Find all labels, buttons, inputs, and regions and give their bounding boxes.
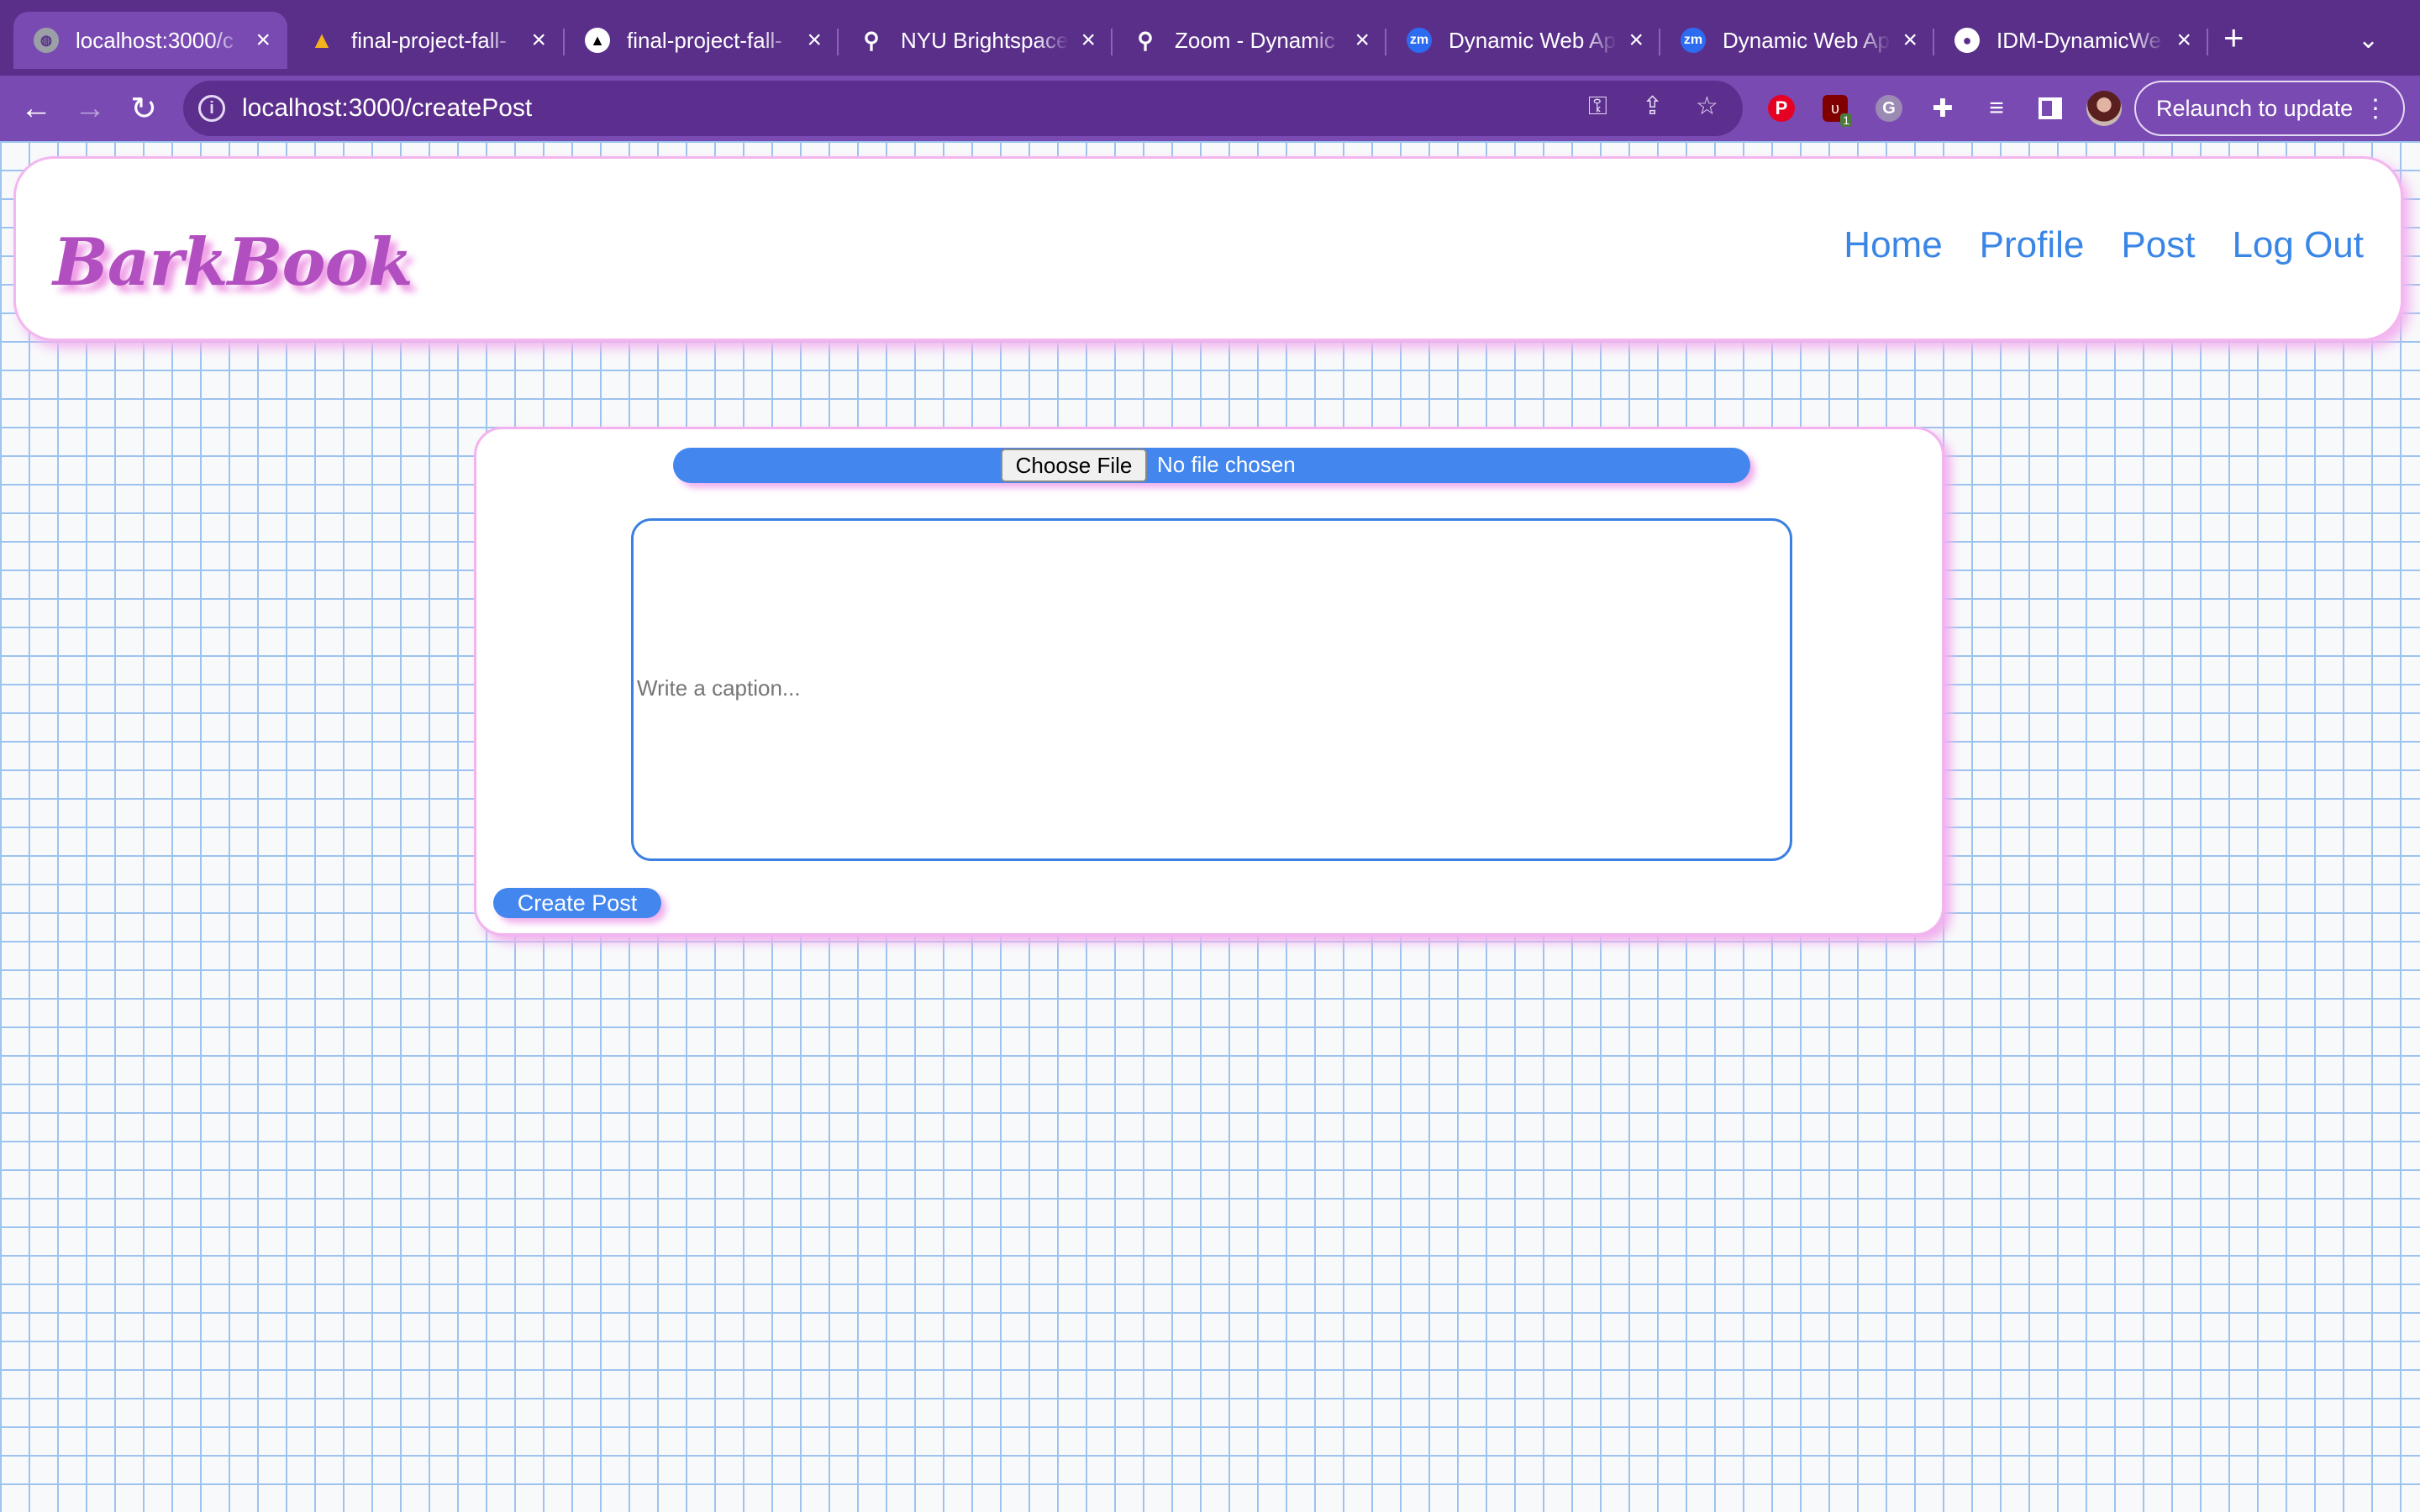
url-text[interactable]: localhost:3000/createPost	[242, 94, 532, 123]
close-icon[interactable]: ×	[531, 28, 546, 53]
nav-link-post[interactable]: Post	[2121, 224, 2195, 266]
close-icon[interactable]: ×	[1902, 28, 1918, 53]
tab-title: IDM-DynamicWe	[1996, 27, 2161, 53]
choose-file-button[interactable]: Choose File	[1001, 449, 1147, 482]
close-icon[interactable]: ×	[1628, 28, 1644, 53]
brightspace-icon: ⚲	[1137, 27, 1154, 53]
profile-avatar[interactable]	[2086, 90, 2123, 127]
grammarly-icon[interactable]: G	[1870, 90, 1907, 127]
reload-icon[interactable]: ↻	[124, 89, 163, 128]
zoom-icon: zm	[1681, 28, 1706, 53]
nav-link-logout[interactable]: Log Out	[2232, 224, 2364, 266]
tab-title: Dynamic Web Ap	[1449, 27, 1616, 53]
nav-links: Home Profile Post Log Out	[1844, 224, 2364, 266]
info-icon[interactable]: i	[198, 95, 225, 122]
tab-separator	[2207, 29, 2208, 55]
back-icon[interactable]: ←	[17, 89, 55, 128]
close-icon[interactable]: ×	[1081, 28, 1096, 53]
new-tab-icon[interactable]: +	[2223, 20, 2244, 55]
tab-brightspace[interactable]: ⚲ NYU Brightspace ×	[839, 12, 1113, 69]
globe-icon: ◍	[34, 28, 59, 53]
extension-badge: 1	[1840, 113, 1852, 127]
tab-dynamic-web-2[interactable]: zm Dynamic Web Ap ×	[1660, 12, 1934, 69]
tab-title: Dynamic Web Ap	[1723, 27, 1890, 53]
github-icon: ●	[1954, 28, 1980, 53]
more-vert-icon[interactable]: ⋮	[2363, 94, 2388, 123]
tab-firebase[interactable]: ▲ final-project-fall- ×	[289, 12, 563, 69]
media-queue-icon[interactable]: ≡	[1978, 90, 2015, 127]
close-icon[interactable]: ×	[1355, 28, 1370, 53]
create-post-button[interactable]: Create Post	[493, 888, 661, 918]
extensions-puzzle-icon[interactable]: ✚	[1924, 90, 1961, 127]
file-input[interactable]: Choose File No file chosen	[673, 448, 1750, 483]
tab-zoom-dynamic[interactable]: ⚲ Zoom - Dynamic ×	[1113, 12, 1386, 69]
zoom-icon: zm	[1407, 28, 1432, 53]
forward-icon[interactable]: →	[71, 89, 109, 128]
firebase-icon: ▲	[310, 27, 334, 53]
tab-title: NYU Brightspace	[901, 27, 1069, 53]
caption-input[interactable]: Write a caption...	[631, 518, 1792, 861]
vercel-icon: ▲	[585, 28, 610, 53]
star-icon[interactable]: ☆	[1696, 94, 1718, 119]
close-icon[interactable]: ×	[807, 28, 822, 53]
tab-dynamic-web-1[interactable]: zm Dynamic Web Ap ×	[1386, 12, 1660, 69]
tab-title: final-project-fall-	[627, 27, 782, 53]
ublock-icon[interactable]: υ 1	[1817, 90, 1854, 127]
relaunch-label: Relaunch to update	[2156, 95, 2354, 121]
tab-title: localhost:3000/c	[76, 27, 234, 53]
caption-placeholder: Write a caption...	[637, 675, 801, 701]
address-bar[interactable]: i localhost:3000/createPost ⚿ ⇪ ☆	[183, 81, 1743, 136]
browser-toolbar: ← → ↻ i localhost:3000/createPost ⚿ ⇪ ☆ …	[0, 76, 2420, 141]
tab-title: Zoom - Dynamic	[1175, 27, 1335, 53]
tab-localhost[interactable]: ◍ localhost:3000/c ×	[13, 12, 287, 69]
tab-strip: ◍ localhost:3000/c × ▲ final-project-fal…	[0, 0, 2420, 76]
side-panel-icon[interactable]	[2032, 90, 2069, 127]
site-navbar: BarkBook Home Profile Post Log Out	[13, 156, 2403, 341]
create-post-card: Choose File No file chosen Write a capti…	[474, 427, 1944, 936]
share-icon[interactable]: ⇪	[1642, 94, 1663, 119]
file-status-text: No file chosen	[1157, 452, 1296, 477]
close-icon[interactable]: ×	[2176, 28, 2191, 53]
key-icon[interactable]: ⚿	[1588, 94, 1607, 119]
site-logo[interactable]: BarkBook	[53, 224, 413, 301]
tab-vercel[interactable]: ▲ final-project-fall- ×	[565, 12, 839, 69]
nav-link-home[interactable]: Home	[1844, 224, 1942, 266]
tab-github[interactable]: ● IDM-DynamicWe ×	[1934, 12, 2208, 69]
pinterest-icon[interactable]: P	[1763, 90, 1800, 127]
tab-title: final-project-fall-	[351, 27, 507, 53]
page-viewport: BarkBook Home Profile Post Log Out Choos…	[0, 141, 2420, 1512]
relaunch-button[interactable]: Relaunch to update ⋮	[2134, 81, 2405, 136]
chevron-down-icon[interactable]: ⌄	[2358, 25, 2379, 55]
brightspace-icon: ⚲	[863, 27, 880, 53]
nav-link-profile[interactable]: Profile	[1980, 224, 2085, 266]
close-icon[interactable]: ×	[255, 28, 271, 53]
